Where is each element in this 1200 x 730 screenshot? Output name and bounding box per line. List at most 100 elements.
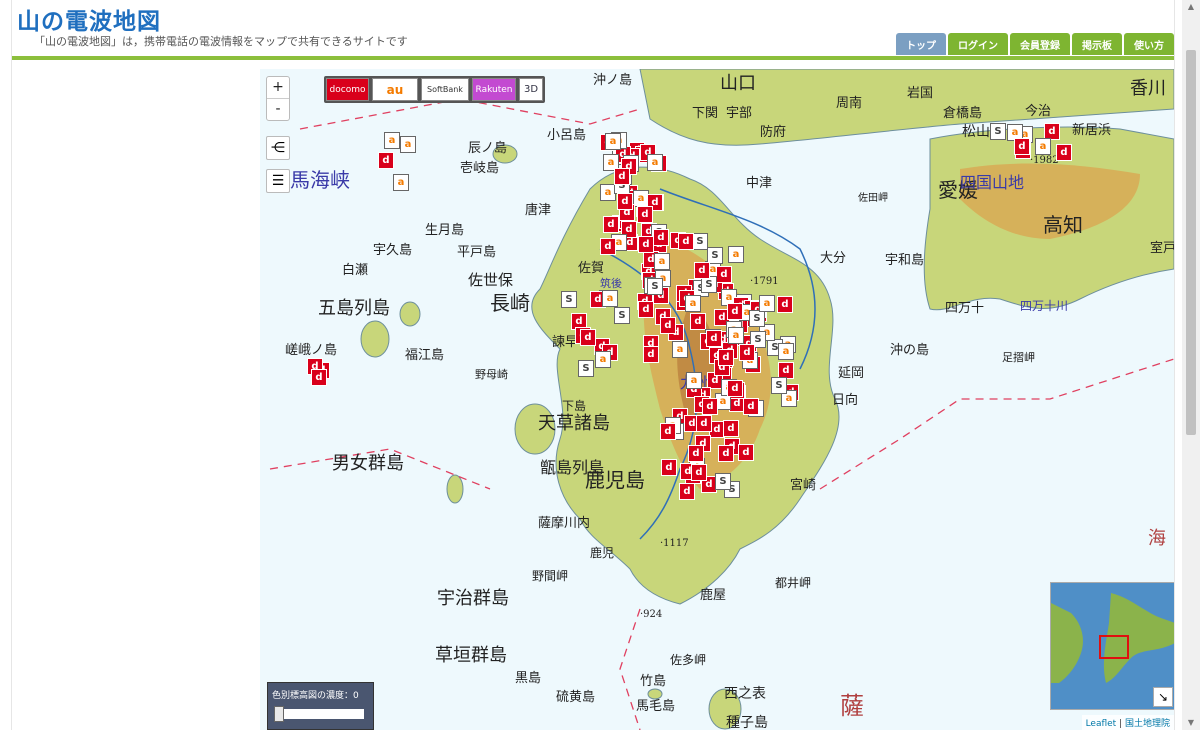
- signal-marker-softbank[interactable]: S: [578, 360, 594, 377]
- signal-marker-docomo[interactable]: d: [777, 296, 793, 313]
- signal-marker-softbank[interactable]: S: [771, 377, 787, 394]
- nav-bbs[interactable]: 掲示板: [1072, 33, 1122, 55]
- signal-marker-docomo[interactable]: d: [718, 349, 734, 366]
- menu-icon[interactable]: ☰: [266, 169, 290, 193]
- carrier-softbank-button[interactable]: SoftBank: [421, 78, 469, 101]
- place-label: 新居浜: [1072, 123, 1112, 138]
- signal-marker-docomo[interactable]: d: [706, 330, 722, 347]
- carrier-rakuten-button[interactable]: Rakuten: [472, 78, 516, 101]
- signal-marker-au[interactable]: a: [778, 343, 794, 360]
- signal-marker-docomo[interactable]: d: [614, 168, 630, 185]
- place-label: 沖ノ島: [593, 73, 633, 88]
- signal-marker-softbank[interactable]: S: [647, 278, 663, 295]
- signal-marker-docomo[interactable]: d: [653, 229, 669, 246]
- place-label: 山口: [720, 73, 756, 94]
- place-label: 野母崎: [475, 368, 508, 381]
- signal-marker-au[interactable]: a: [728, 327, 744, 344]
- signal-marker-docomo[interactable]: d: [718, 445, 734, 462]
- signal-marker-docomo[interactable]: d: [723, 420, 739, 437]
- signal-marker-softbank[interactable]: S: [692, 233, 708, 250]
- signal-marker-docomo[interactable]: d: [727, 303, 743, 320]
- signal-marker-au[interactable]: a: [654, 253, 670, 270]
- signal-marker-docomo[interactable]: d: [378, 152, 394, 169]
- site-header: 山の電波地図 「山の電波地図」は，携帯電話の電波情報をマップで共有できるサイトで…: [12, 0, 1174, 60]
- leaflet-link[interactable]: Leaflet: [1086, 719, 1117, 729]
- signal-marker-docomo[interactable]: d: [638, 301, 654, 318]
- signal-marker-docomo[interactable]: d: [600, 238, 616, 255]
- signal-marker-docomo[interactable]: d: [691, 464, 707, 481]
- signal-marker-docomo[interactable]: d: [660, 317, 676, 334]
- signal-marker-au[interactable]: a: [686, 372, 702, 389]
- signal-marker-au[interactable]: a: [595, 351, 611, 368]
- carrier-docomo-button[interactable]: docomo: [326, 78, 369, 101]
- signal-marker-au[interactable]: a: [400, 136, 416, 153]
- place-label: 硫黄島: [556, 690, 596, 705]
- place-label: 竹島: [640, 674, 667, 689]
- signal-marker-au[interactable]: a: [759, 295, 775, 312]
- signal-marker-docomo[interactable]: d: [603, 216, 619, 233]
- zoom-out-button[interactable]: -: [267, 98, 289, 120]
- signal-marker-au[interactable]: a: [384, 132, 400, 149]
- signal-marker-docomo[interactable]: d: [1014, 138, 1030, 155]
- signal-marker-softbank[interactable]: S: [990, 123, 1006, 140]
- signal-marker-au[interactable]: a: [647, 154, 663, 171]
- signal-marker-au[interactable]: a: [605, 133, 621, 150]
- zoom-in-button[interactable]: +: [267, 77, 289, 98]
- nav-top[interactable]: トップ: [896, 33, 946, 55]
- signal-marker-docomo[interactable]: d: [678, 233, 694, 250]
- share-icon[interactable]: ⋲: [266, 136, 290, 160]
- signal-marker-au[interactable]: a: [393, 174, 409, 191]
- signal-marker-docomo[interactable]: d: [1056, 144, 1072, 161]
- place-label: 宇治群島: [437, 588, 509, 609]
- nav-login[interactable]: ログイン: [948, 33, 1008, 55]
- elevation-slider-handle[interactable]: [274, 706, 284, 722]
- signal-marker-docomo[interactable]: d: [617, 193, 633, 210]
- nav-register[interactable]: 会員登録: [1010, 33, 1070, 55]
- signal-marker-softbank[interactable]: S: [749, 310, 765, 327]
- signal-marker-docomo[interactable]: d: [638, 236, 654, 253]
- minimap[interactable]: ↘: [1050, 582, 1174, 710]
- signal-marker-au[interactable]: a: [728, 246, 744, 263]
- signal-marker-docomo[interactable]: d: [716, 266, 732, 283]
- signal-marker-au[interactable]: a: [1035, 138, 1051, 155]
- minimap-viewport[interactable]: [1099, 635, 1129, 659]
- signal-marker-docomo[interactable]: d: [637, 206, 653, 223]
- gsi-link[interactable]: 国土地理院: [1125, 719, 1170, 729]
- signal-marker-docomo[interactable]: d: [660, 423, 676, 440]
- signal-marker-docomo[interactable]: d: [738, 444, 754, 461]
- page-scrollbar[interactable]: ▲ ▼: [1182, 0, 1200, 730]
- signal-marker-docomo[interactable]: d: [679, 483, 695, 500]
- signal-marker-au[interactable]: a: [602, 290, 618, 307]
- minimap-toggle-icon[interactable]: ↘: [1153, 687, 1173, 707]
- attribution-separator: |: [1116, 719, 1125, 729]
- place-label: 防府: [760, 125, 787, 140]
- signal-marker-docomo[interactable]: d: [739, 344, 755, 361]
- signal-marker-docomo[interactable]: d: [643, 346, 659, 363]
- site-title[interactable]: 山の電波地図: [17, 2, 161, 36]
- view-3d-button[interactable]: 3D: [519, 78, 543, 101]
- place-label: 宮崎: [790, 478, 817, 493]
- signal-marker-docomo[interactable]: d: [661, 459, 677, 476]
- signal-marker-docomo[interactable]: d: [696, 415, 712, 432]
- nav-howto[interactable]: 使い方: [1124, 33, 1174, 55]
- scroll-thumb[interactable]: [1186, 50, 1196, 435]
- scroll-down-arrow[interactable]: ▼: [1186, 718, 1196, 728]
- signal-marker-docomo[interactable]: d: [311, 369, 327, 386]
- signal-marker-docomo[interactable]: d: [690, 313, 706, 330]
- map-view[interactable]: 沖ノ島 小呂島 辰ノ島 壱岐島 対馬海峡 生月島 宇久島 平戸島 白瀬 唐津 佐世保 長崎 五島列島 嵯峨…: [260, 69, 1174, 730]
- signal-marker-softbank[interactable]: S: [715, 473, 731, 490]
- signal-marker-docomo[interactable]: d: [694, 262, 710, 279]
- signal-marker-docomo[interactable]: d: [743, 398, 759, 415]
- signal-marker-softbank[interactable]: S: [561, 291, 577, 308]
- elevation-slider-track[interactable]: [274, 709, 364, 719]
- signal-marker-au[interactable]: a: [672, 341, 688, 358]
- scroll-up-arrow[interactable]: ▲: [1186, 2, 1196, 12]
- signal-marker-au[interactable]: a: [685, 295, 701, 312]
- signal-marker-docomo[interactable]: d: [702, 398, 718, 415]
- signal-marker-docomo[interactable]: d: [688, 445, 704, 462]
- signal-marker-docomo[interactable]: d: [580, 329, 596, 346]
- signal-marker-docomo[interactable]: d: [727, 380, 743, 397]
- carrier-au-button[interactable]: au: [372, 78, 418, 101]
- place-label: 薩: [840, 692, 864, 720]
- signal-marker-softbank[interactable]: S: [614, 307, 630, 324]
